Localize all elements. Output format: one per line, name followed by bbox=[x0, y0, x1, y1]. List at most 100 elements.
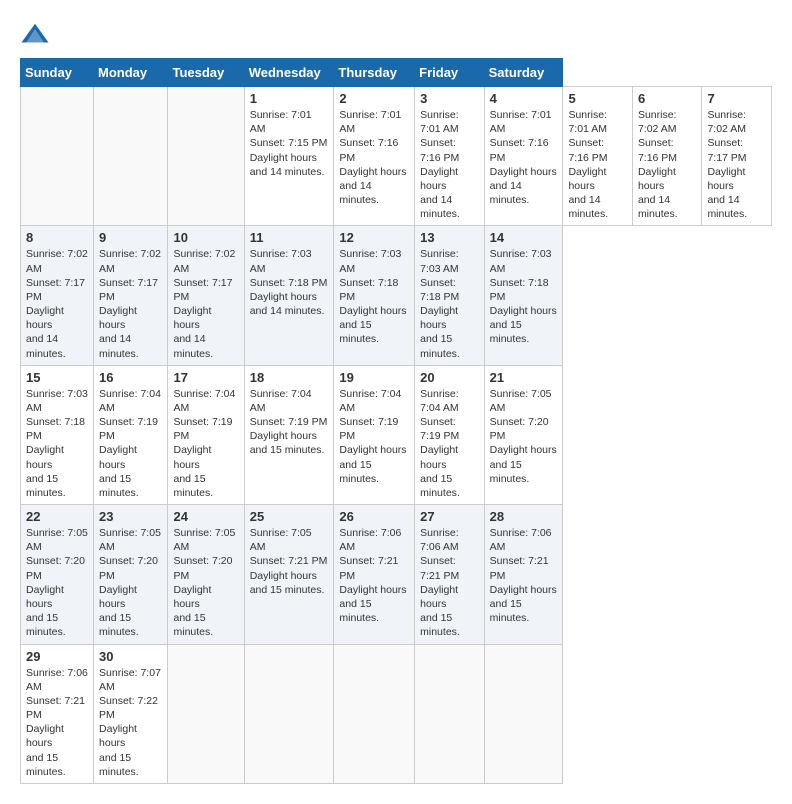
day-info: Sunrise: 7:05 AM Sunset: 7:20 PM Dayligh… bbox=[99, 526, 162, 639]
calendar-cell: 14 Sunrise: 7:03 AM Sunset: 7:18 PM Dayl… bbox=[484, 226, 563, 365]
day-info: Sunrise: 7:04 AM Sunset: 7:19 PM Dayligh… bbox=[339, 387, 409, 486]
calendar-cell: 5 Sunrise: 7:01 AM Sunset: 7:16 PM Dayli… bbox=[563, 87, 633, 226]
calendar-week-row: 15 Sunrise: 7:03 AM Sunset: 7:18 PM Dayl… bbox=[21, 365, 772, 504]
day-info: Sunrise: 7:01 AM Sunset: 7:16 PM Dayligh… bbox=[568, 108, 627, 221]
calendar-cell bbox=[334, 644, 415, 783]
day-info: Sunrise: 7:01 AM Sunset: 7:15 PM Dayligh… bbox=[250, 108, 329, 179]
calendar-cell: 29 Sunrise: 7:06 AM Sunset: 7:21 PM Dayl… bbox=[21, 644, 94, 783]
calendar-cell bbox=[244, 644, 334, 783]
calendar-cell: 9 Sunrise: 7:02 AM Sunset: 7:17 PM Dayli… bbox=[94, 226, 168, 365]
calendar-cell bbox=[94, 87, 168, 226]
calendar-cell bbox=[168, 644, 244, 783]
day-number: 13 bbox=[420, 230, 479, 245]
day-info: Sunrise: 7:05 AM Sunset: 7:20 PM Dayligh… bbox=[490, 387, 558, 486]
calendar-cell bbox=[484, 644, 563, 783]
day-info: Sunrise: 7:01 AM Sunset: 7:16 PM Dayligh… bbox=[420, 108, 479, 221]
day-number: 17 bbox=[173, 370, 238, 385]
day-info: Sunrise: 7:01 AM Sunset: 7:16 PM Dayligh… bbox=[490, 108, 558, 207]
calendar-cell: 11 Sunrise: 7:03 AM Sunset: 7:18 PM Dayl… bbox=[244, 226, 334, 365]
calendar-cell: 17 Sunrise: 7:04 AM Sunset: 7:19 PM Dayl… bbox=[168, 365, 244, 504]
calendar-header-row: SundayMondayTuesdayWednesdayThursdayFrid… bbox=[21, 59, 772, 87]
day-info: Sunrise: 7:06 AM Sunset: 7:21 PM Dayligh… bbox=[420, 526, 479, 639]
day-number: 3 bbox=[420, 91, 479, 106]
day-info: Sunrise: 7:06 AM Sunset: 7:21 PM Dayligh… bbox=[490, 526, 558, 625]
day-info: Sunrise: 7:04 AM Sunset: 7:19 PM Dayligh… bbox=[173, 387, 238, 500]
calendar-cell: 16 Sunrise: 7:04 AM Sunset: 7:19 PM Dayl… bbox=[94, 365, 168, 504]
day-number: 6 bbox=[638, 91, 697, 106]
day-number: 12 bbox=[339, 230, 409, 245]
calendar-cell: 26 Sunrise: 7:06 AM Sunset: 7:21 PM Dayl… bbox=[334, 505, 415, 644]
day-info: Sunrise: 7:06 AM Sunset: 7:21 PM Dayligh… bbox=[339, 526, 409, 625]
day-number: 8 bbox=[26, 230, 88, 245]
day-info: Sunrise: 7:01 AM Sunset: 7:16 PM Dayligh… bbox=[339, 108, 409, 207]
calendar-cell: 18 Sunrise: 7:04 AM Sunset: 7:19 PM Dayl… bbox=[244, 365, 334, 504]
calendar-week-row: 29 Sunrise: 7:06 AM Sunset: 7:21 PM Dayl… bbox=[21, 644, 772, 783]
calendar-cell: 8 Sunrise: 7:02 AM Sunset: 7:17 PM Dayli… bbox=[21, 226, 94, 365]
day-info: Sunrise: 7:03 AM Sunset: 7:18 PM Dayligh… bbox=[26, 387, 88, 500]
calendar-cell: 6 Sunrise: 7:02 AM Sunset: 7:16 PM Dayli… bbox=[632, 87, 702, 226]
day-info: Sunrise: 7:04 AM Sunset: 7:19 PM Dayligh… bbox=[99, 387, 162, 500]
day-number: 10 bbox=[173, 230, 238, 245]
calendar-cell: 13 Sunrise: 7:03 AM Sunset: 7:18 PM Dayl… bbox=[415, 226, 485, 365]
calendar-cell: 12 Sunrise: 7:03 AM Sunset: 7:18 PM Dayl… bbox=[334, 226, 415, 365]
day-number: 9 bbox=[99, 230, 162, 245]
day-header-friday: Friday bbox=[415, 59, 485, 87]
day-number: 14 bbox=[490, 230, 558, 245]
day-header-monday: Monday bbox=[94, 59, 168, 87]
day-header-saturday: Saturday bbox=[484, 59, 563, 87]
calendar-week-row: 8 Sunrise: 7:02 AM Sunset: 7:17 PM Dayli… bbox=[21, 226, 772, 365]
day-number: 11 bbox=[250, 230, 329, 245]
calendar-cell: 10 Sunrise: 7:02 AM Sunset: 7:17 PM Dayl… bbox=[168, 226, 244, 365]
day-info: Sunrise: 7:02 AM Sunset: 7:17 PM Dayligh… bbox=[707, 108, 766, 221]
calendar-cell: 22 Sunrise: 7:05 AM Sunset: 7:20 PM Dayl… bbox=[21, 505, 94, 644]
day-info: Sunrise: 7:07 AM Sunset: 7:22 PM Dayligh… bbox=[99, 666, 162, 779]
day-header-thursday: Thursday bbox=[334, 59, 415, 87]
calendar-cell: 27 Sunrise: 7:06 AM Sunset: 7:21 PM Dayl… bbox=[415, 505, 485, 644]
calendar-cell: 24 Sunrise: 7:05 AM Sunset: 7:20 PM Dayl… bbox=[168, 505, 244, 644]
day-info: Sunrise: 7:04 AM Sunset: 7:19 PM Dayligh… bbox=[420, 387, 479, 500]
day-header-tuesday: Tuesday bbox=[168, 59, 244, 87]
day-info: Sunrise: 7:06 AM Sunset: 7:21 PM Dayligh… bbox=[26, 666, 88, 779]
day-info: Sunrise: 7:02 AM Sunset: 7:17 PM Dayligh… bbox=[99, 247, 162, 360]
calendar-cell: 28 Sunrise: 7:06 AM Sunset: 7:21 PM Dayl… bbox=[484, 505, 563, 644]
day-number: 23 bbox=[99, 509, 162, 524]
day-number: 1 bbox=[250, 91, 329, 106]
day-info: Sunrise: 7:02 AM Sunset: 7:16 PM Dayligh… bbox=[638, 108, 697, 221]
day-info: Sunrise: 7:02 AM Sunset: 7:17 PM Dayligh… bbox=[26, 247, 88, 360]
day-number: 29 bbox=[26, 649, 88, 664]
day-info: Sunrise: 7:03 AM Sunset: 7:18 PM Dayligh… bbox=[420, 247, 479, 360]
day-number: 15 bbox=[26, 370, 88, 385]
calendar-week-row: 22 Sunrise: 7:05 AM Sunset: 7:20 PM Dayl… bbox=[21, 505, 772, 644]
day-number: 4 bbox=[490, 91, 558, 106]
calendar-cell: 15 Sunrise: 7:03 AM Sunset: 7:18 PM Dayl… bbox=[21, 365, 94, 504]
day-info: Sunrise: 7:03 AM Sunset: 7:18 PM Dayligh… bbox=[250, 247, 329, 318]
calendar-cell bbox=[21, 87, 94, 226]
day-number: 5 bbox=[568, 91, 627, 106]
day-info: Sunrise: 7:05 AM Sunset: 7:20 PM Dayligh… bbox=[26, 526, 88, 639]
calendar-cell: 4 Sunrise: 7:01 AM Sunset: 7:16 PM Dayli… bbox=[484, 87, 563, 226]
day-number: 22 bbox=[26, 509, 88, 524]
day-number: 20 bbox=[420, 370, 479, 385]
logo bbox=[20, 20, 54, 50]
day-number: 26 bbox=[339, 509, 409, 524]
day-number: 19 bbox=[339, 370, 409, 385]
calendar-cell: 3 Sunrise: 7:01 AM Sunset: 7:16 PM Dayli… bbox=[415, 87, 485, 226]
day-number: 7 bbox=[707, 91, 766, 106]
day-number: 16 bbox=[99, 370, 162, 385]
day-number: 2 bbox=[339, 91, 409, 106]
calendar-cell: 21 Sunrise: 7:05 AM Sunset: 7:20 PM Dayl… bbox=[484, 365, 563, 504]
logo-icon bbox=[20, 20, 50, 50]
calendar-cell: 30 Sunrise: 7:07 AM Sunset: 7:22 PM Dayl… bbox=[94, 644, 168, 783]
day-info: Sunrise: 7:03 AM Sunset: 7:18 PM Dayligh… bbox=[490, 247, 558, 346]
day-header-wednesday: Wednesday bbox=[244, 59, 334, 87]
calendar-cell: 25 Sunrise: 7:05 AM Sunset: 7:21 PM Dayl… bbox=[244, 505, 334, 644]
calendar-cell: 7 Sunrise: 7:02 AM Sunset: 7:17 PM Dayli… bbox=[702, 87, 772, 226]
day-number: 28 bbox=[490, 509, 558, 524]
calendar-week-row: 1 Sunrise: 7:01 AM Sunset: 7:15 PM Dayli… bbox=[21, 87, 772, 226]
day-number: 24 bbox=[173, 509, 238, 524]
day-number: 25 bbox=[250, 509, 329, 524]
header bbox=[20, 20, 772, 50]
calendar-cell: 23 Sunrise: 7:05 AM Sunset: 7:20 PM Dayl… bbox=[94, 505, 168, 644]
calendar-cell: 2 Sunrise: 7:01 AM Sunset: 7:16 PM Dayli… bbox=[334, 87, 415, 226]
calendar-cell bbox=[168, 87, 244, 226]
